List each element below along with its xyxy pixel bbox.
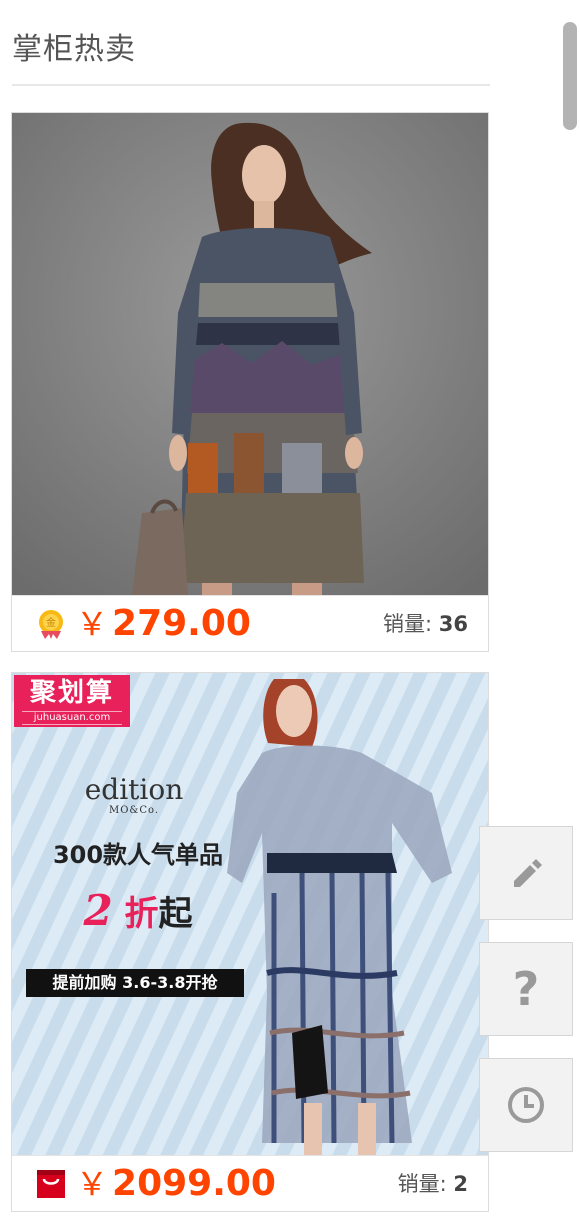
price-amount: 279.00: [112, 603, 251, 644]
product-image[interactable]: 聚划算 juhuasuan.com edition MO&Co. 300款人气单…: [12, 673, 488, 1155]
svg-text:金: 金: [46, 616, 56, 629]
promo-tag-subtitle: juhuasuan.com: [22, 711, 122, 725]
product-photo-dress-printed: [12, 113, 488, 595]
help-button[interactable]: ?: [479, 942, 573, 1036]
promo-discount-number: 2: [83, 886, 113, 935]
tmall-red-bag-icon: [37, 1170, 65, 1198]
history-button[interactable]: [479, 1058, 573, 1152]
sales-label: 销量:: [397, 1172, 447, 1196]
juhuasuan-tag: 聚划算 juhuasuan.com: [14, 675, 130, 727]
promo-tag-title: 聚划算: [29, 678, 114, 708]
gold-coin-badge-icon: 金: [39, 610, 63, 639]
sales-count: 销量: 2: [398, 1170, 468, 1198]
product-price: ￥ 279.00: [76, 602, 251, 652]
sales-value: 2: [453, 1172, 468, 1196]
promo-discount: 2 折起: [40, 889, 236, 936]
brand-name: edition: [84, 773, 184, 806]
brand-logo: edition MO&Co.: [82, 775, 186, 817]
price-currency: ￥: [76, 605, 109, 643]
hot-sellers-page: 掌柜热卖 金 ￥ 279.00 销量: 36 聚划算 juhuasuan.com…: [0, 0, 580, 1224]
promo-date-banner: 提前加购 3.6-3.8开抢: [26, 969, 244, 997]
promo-headline: 300款人气单品: [52, 841, 224, 869]
sales-label: 销量:: [383, 612, 433, 636]
promo-discount-zhe: 折: [124, 894, 159, 934]
product-card[interactable]: 金 ￥ 279.00 销量: 36: [11, 112, 489, 652]
question-mark-icon: ?: [512, 962, 540, 1016]
product-info-bar: ￥ 2099.00 销量: 2: [12, 1155, 488, 1212]
section-header: 掌柜热卖: [12, 0, 490, 86]
brand-sub: MO&Co.: [108, 805, 159, 816]
product-info-bar: 金 ￥ 279.00 销量: 36: [12, 595, 488, 652]
sales-value: 36: [438, 612, 468, 636]
scrollbar-thumb[interactable]: [563, 22, 577, 130]
edit-button[interactable]: [479, 826, 573, 920]
price-amount: 2099.00: [112, 1163, 276, 1204]
promo-discount-qi: 起: [158, 894, 193, 934]
product-price: ￥ 2099.00: [76, 1162, 276, 1212]
sales-count: 销量: 36: [383, 610, 468, 638]
product-card[interactable]: 聚划算 juhuasuan.com edition MO&Co. 300款人气单…: [11, 672, 489, 1212]
pencil-icon: [514, 859, 542, 887]
clock-icon: [508, 1087, 544, 1123]
price-currency: ￥: [76, 1165, 109, 1203]
section-title: 掌柜热卖: [12, 32, 136, 67]
product-image[interactable]: [12, 113, 488, 595]
